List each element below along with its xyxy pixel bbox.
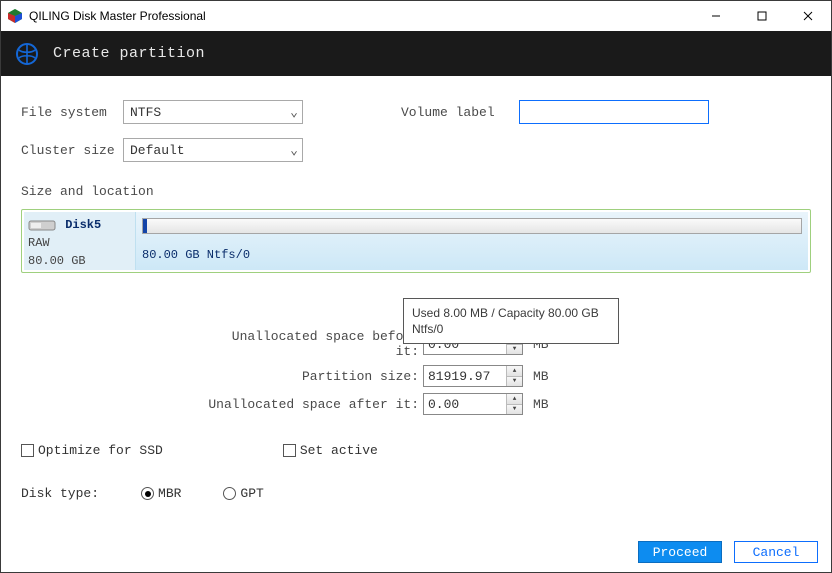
maximize-button[interactable] xyxy=(739,1,785,31)
set-active-label: Set active xyxy=(300,443,378,458)
segment-tooltip: Used 8.00 MB / Capacity 80.00 GB Ntfs/0 xyxy=(403,298,619,344)
checkbox-box-icon xyxy=(283,444,296,457)
unalloc-after-value: 0.00 xyxy=(424,397,506,412)
partition-slider[interactable] xyxy=(142,218,802,234)
disk-map-panel: Disk5 RAW 80.00 GB 80.00 GB Ntfs/0 xyxy=(21,209,811,273)
disk-capacity: 80.00 GB xyxy=(28,254,135,268)
partition-size-label: Partition size: xyxy=(201,369,423,384)
partition-slider-fill xyxy=(143,219,147,233)
disk-type-row: Disk type: MBR GPT xyxy=(21,486,811,501)
gpt-radio[interactable]: GPT xyxy=(223,486,263,501)
file-system-row: File system NTFS ⌄ Volume label xyxy=(21,100,811,124)
minimize-button[interactable] xyxy=(693,1,739,31)
radio-dot-icon xyxy=(223,487,236,500)
close-button[interactable] xyxy=(785,1,831,31)
volume-label-label: Volume label xyxy=(401,105,503,120)
size-location-heading: Size and location xyxy=(21,184,811,199)
tooltip-line1: Used 8.00 MB / Capacity 80.00 GB xyxy=(412,305,610,321)
optimize-ssd-label: Optimize for SSD xyxy=(38,443,163,458)
disk-type-label: Disk type: xyxy=(21,486,99,501)
unalloc-after-label: Unallocated space after it: xyxy=(201,397,423,412)
partition-size-value: 81919.97 xyxy=(424,369,506,384)
footer-buttons: Proceed Cancel xyxy=(638,541,818,563)
file-system-label: File system xyxy=(21,105,123,120)
unit-label: MB xyxy=(533,369,549,384)
gpt-label: GPT xyxy=(240,486,263,501)
cluster-size-select[interactable]: Default ⌄ xyxy=(123,138,303,162)
window-title: QILING Disk Master Professional xyxy=(29,9,206,23)
spin-down-icon[interactable]: ▼ xyxy=(507,345,522,355)
spin-up-icon[interactable]: ▲ xyxy=(507,394,522,405)
chevron-down-icon: ⌄ xyxy=(290,105,298,120)
window-controls xyxy=(693,1,831,31)
spin-up-icon[interactable]: ▲ xyxy=(507,366,522,377)
disk-icon xyxy=(28,218,56,232)
tooltip-line2: Ntfs/0 xyxy=(412,321,610,337)
file-system-select[interactable]: NTFS ⌄ xyxy=(123,100,303,124)
page-title: Create partition xyxy=(53,45,205,62)
cluster-size-value: Default xyxy=(130,143,185,158)
volume-label-input[interactable] xyxy=(519,100,709,124)
content-area: File system NTFS ⌄ Volume label Cluster … xyxy=(1,76,831,513)
spin-down-icon[interactable]: ▼ xyxy=(507,377,522,387)
spin-down-icon[interactable]: ▼ xyxy=(507,405,522,415)
header-band: Create partition xyxy=(1,31,831,76)
app-icon xyxy=(7,8,23,24)
checkbox-box-icon xyxy=(21,444,34,457)
file-system-value: NTFS xyxy=(130,105,161,120)
disk-name: Disk5 xyxy=(65,218,101,232)
optimize-ssd-checkbox[interactable]: Optimize for SSD xyxy=(21,443,163,458)
cluster-size-row: Cluster size Default ⌄ xyxy=(21,138,811,162)
disk-format: RAW xyxy=(28,236,135,250)
cancel-button[interactable]: Cancel xyxy=(734,541,818,563)
disk-header: Disk5 RAW 80.00 GB xyxy=(24,212,136,270)
cluster-size-label: Cluster size xyxy=(21,143,123,158)
proceed-button[interactable]: Proceed xyxy=(638,541,722,563)
chevron-down-icon: ⌄ xyxy=(290,143,298,158)
partition-size-input[interactable]: 81919.97 ▲▼ xyxy=(423,365,523,387)
unalloc-before-label: Unallocated space before it: xyxy=(201,329,423,359)
unalloc-after-input[interactable]: 0.00 ▲▼ xyxy=(423,393,523,415)
unit-label: MB xyxy=(533,397,549,412)
segment-label: 80.00 GB Ntfs/0 xyxy=(142,248,802,262)
logo-icon xyxy=(15,42,39,66)
set-active-checkbox[interactable]: Set active xyxy=(283,443,378,458)
radio-dot-icon xyxy=(141,487,154,500)
mbr-label: MBR xyxy=(158,486,181,501)
mbr-radio[interactable]: MBR xyxy=(141,486,181,501)
titlebar: QILING Disk Master Professional xyxy=(1,1,831,31)
partition-segment[interactable]: 80.00 GB Ntfs/0 xyxy=(136,212,808,270)
